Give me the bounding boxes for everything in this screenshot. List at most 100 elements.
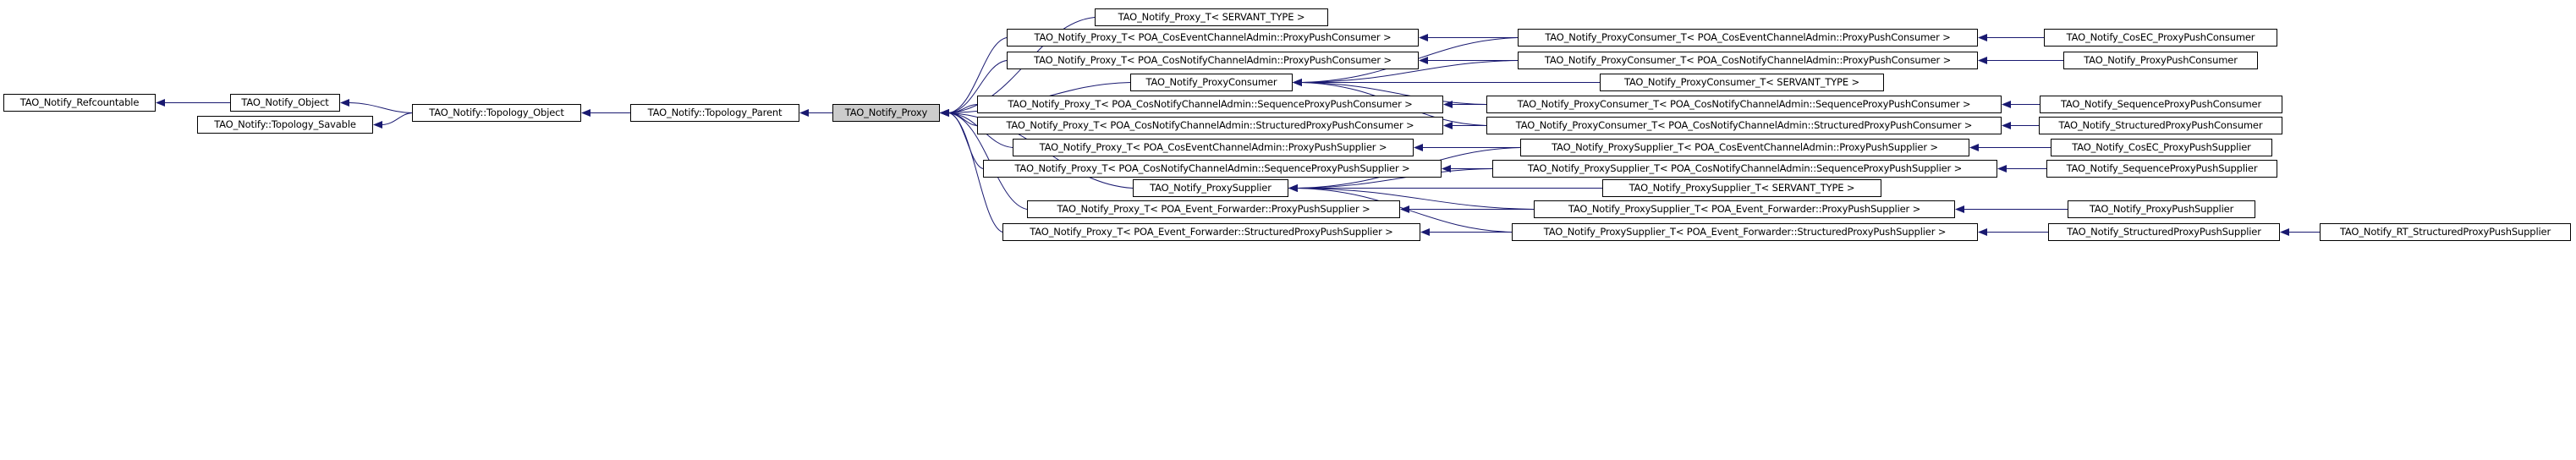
edge-arrowhead: [940, 109, 949, 117]
class-node[interactable]: TAO_Notify_Proxy_T< POA_CosNotifyChannel…: [977, 117, 1443, 134]
class-node-label: TAO_Notify_Proxy_T< POA_Event_Forwarder:…: [1030, 225, 1393, 238]
class-node[interactable]: TAO_Notify_StructuredProxyPushConsumer: [2039, 117, 2282, 134]
edge-arrowhead: [940, 109, 949, 117]
class-node[interactable]: TAO_Notify::Topology_Parent: [630, 104, 799, 122]
class-node-label: TAO_Notify_CosEC_ProxyPushConsumer: [2066, 30, 2255, 43]
class-node[interactable]: TAO_Notify_Proxy_T< SERVANT_TYPE >: [1095, 8, 1328, 26]
class-node[interactable]: TAO_Notify_Object: [230, 94, 340, 112]
edge-arrowhead: [1443, 101, 1453, 108]
class-node-label: TAO_Notify_Proxy: [844, 106, 928, 118]
class-node-label: TAO_Notify_ProxySupplier_T< POA_Event_Fo…: [1543, 225, 1947, 238]
class-node[interactable]: TAO_Notify_Proxy_T< POA_CosNotifyChannel…: [977, 96, 1443, 113]
class-node-label: TAO_Notify_ProxyConsumer_T< POA_CosNotif…: [1544, 53, 1952, 66]
inheritance-edge: [340, 99, 413, 113]
class-node[interactable]: TAO_Notify_SequenceProxyPushConsumer: [2040, 96, 2282, 113]
inheritance-edge: [2002, 122, 2039, 129]
inheritance-edge: [1978, 228, 2048, 236]
class-node-label: TAO_Notify_RT_StructuredProxyPushSupplie…: [2339, 225, 2551, 238]
class-node[interactable]: TAO_Notify_ProxySupplier_T< POA_CosEvent…: [1520, 139, 1969, 156]
class-node[interactable]: TAO_Notify_ProxySupplier_T< POA_Event_Fo…: [1534, 200, 1955, 218]
class-node-label: TAO_Notify_ProxySupplier_T< POA_CosNotif…: [1527, 162, 1963, 174]
class-node-label: TAO_Notify_ProxyPushConsumer: [2084, 53, 2238, 66]
edge-line: [948, 112, 978, 126]
class-node[interactable]: TAO_Notify_ProxyConsumer: [1130, 74, 1293, 91]
edge-arrowhead: [1978, 34, 1987, 41]
edge-arrowhead: [1419, 57, 1428, 64]
class-node[interactable]: TAO_Notify_SequenceProxyPushSupplier: [2046, 160, 2277, 178]
edge-arrowhead: [1420, 228, 1430, 236]
edge-arrowhead: [1978, 57, 1987, 64]
edge-arrowhead: [799, 109, 809, 117]
edge-arrowhead: [940, 109, 949, 117]
edge-arrowhead: [1293, 79, 1302, 86]
class-node[interactable]: TAO_Notify_ProxySupplier_T< SERVANT_TYPE…: [1602, 179, 1881, 197]
class-node-label: TAO_Notify_ProxySupplier: [1150, 181, 1272, 194]
class-node[interactable]: TAO_Notify::Topology_Object: [412, 104, 581, 122]
class-node[interactable]: TAO_Notify_Proxy_T< POA_Event_Forwarder:…: [1027, 200, 1400, 218]
class-node-label: TAO_Notify_CosEC_ProxyPushSupplier: [2072, 140, 2251, 153]
class-node-label: TAO_Notify_ProxyConsumer_T< POA_CosNotif…: [1517, 97, 1971, 110]
class-node[interactable]: TAO_Notify_CosEC_ProxyPushSupplier: [2051, 139, 2272, 156]
class-node-label: TAO_Notify_Proxy_T< POA_CosNotifyChannel…: [1034, 53, 1392, 66]
class-node-label: TAO_Notify_ProxyConsumer_T< POA_CosNotif…: [1515, 118, 1973, 131]
edge-arrowhead: [940, 109, 949, 117]
class-node[interactable]: TAO_Notify_ProxySupplier: [1133, 179, 1288, 197]
class-node-label: TAO_Notify_Object: [241, 96, 329, 108]
inheritance-edge: [1997, 165, 2046, 172]
inheritance-edge: [1293, 79, 1600, 86]
class-node[interactable]: TAO_Notify_ProxyConsumer_T< SERVANT_TYPE…: [1600, 74, 1884, 91]
edge-arrowhead: [1443, 122, 1453, 129]
class-node[interactable]: TAO_Notify_ProxyPushSupplier: [2068, 200, 2255, 218]
inheritance-edge: [940, 104, 978, 117]
inheritance-diagram: TAO_Notify_Refcountable TAO_Notify_Object…: [0, 0, 2576, 460]
edge-line: [349, 102, 413, 113]
inheritance-edge: [1978, 57, 2063, 64]
edge-arrowhead: [1293, 79, 1302, 86]
class-node-label: TAO_Notify_ProxySupplier_T< POA_CosEvent…: [1552, 140, 1938, 153]
edge-arrowhead: [1400, 205, 1409, 213]
class-node[interactable]: TAO_Notify_CosEC_ProxyPushConsumer: [2044, 29, 2277, 47]
class-node[interactable]: TAO_Notify_ProxyConsumer_T< POA_CosEvent…: [1518, 29, 1978, 47]
edge-arrowhead: [1969, 144, 1979, 151]
class-node[interactable]: TAO_Notify_Proxy_T< POA_CosNotifyChannel…: [1007, 52, 1419, 69]
class-node[interactable]: TAO_Notify::Topology_Savable: [197, 116, 373, 134]
class-node[interactable]: TAO_Notify_Proxy_T< POA_CosEventChannelA…: [1013, 139, 1414, 156]
inheritance-edge: [1414, 144, 1520, 151]
class-node-label: TAO_Notify_StructuredProxyPushSupplier: [2067, 225, 2261, 238]
class-node[interactable]: TAO_Notify_Refcountable: [3, 94, 156, 112]
inheritance-edge: [1969, 144, 2051, 151]
inheritance-edge: [799, 109, 832, 117]
edge-arrowhead: [940, 109, 949, 117]
class-node[interactable]: TAO_Notify_ProxySupplier_T< POA_Event_Fo…: [1512, 223, 1978, 241]
class-node-label: TAO_Notify_Refcountable: [19, 96, 140, 108]
edge-line: [382, 112, 413, 125]
edge-arrowhead: [940, 109, 949, 117]
class-node[interactable]: TAO_Notify_ProxyConsumer_T< POA_CosNotif…: [1486, 117, 2002, 134]
inheritance-edge: [1443, 101, 1486, 108]
class-node[interactable]: TAO_Notify_ProxyConsumer_T< POA_CosNotif…: [1518, 52, 1978, 69]
class-node[interactable]: TAO_Notify_Proxy_T< POA_Event_Forwarder:…: [1002, 223, 1420, 241]
inheritance-edge: [940, 109, 978, 126]
class-node[interactable]: TAO_Notify_ProxyConsumer_T< POA_CosNotif…: [1486, 96, 2002, 113]
current-class-node[interactable]: TAO_Notify_Proxy: [832, 104, 940, 122]
class-node[interactable]: TAO_Notify_Proxy_T< POA_CosEventChannelA…: [1007, 29, 1419, 47]
class-node[interactable]: TAO_Notify_RT_StructuredProxyPushSupplie…: [2320, 223, 2571, 241]
edge-arrowhead: [940, 109, 949, 117]
class-node[interactable]: TAO_Notify_Proxy_T< POA_CosNotifyChannel…: [983, 160, 1442, 178]
edge-arrowhead: [940, 109, 949, 117]
class-node-label: TAO_Notify_Proxy_T< POA_CosNotifyChannel…: [1008, 97, 1413, 110]
class-node-label: TAO_Notify_Proxy_T< SERVANT_TYPE >: [1118, 10, 1305, 23]
edge-arrowhead: [1414, 144, 1423, 151]
class-node[interactable]: TAO_Notify_ProxySupplier_T< POA_CosNotif…: [1492, 160, 1997, 178]
edge-arrowhead: [940, 109, 949, 117]
inheritance-edge: [1955, 205, 2068, 213]
inheritance-edge: [1443, 122, 1486, 129]
class-node[interactable]: TAO_Notify_ProxyPushConsumer: [2063, 52, 2258, 69]
edge-arrowhead: [1442, 165, 1451, 172]
class-node[interactable]: TAO_Notify_StructuredProxyPushSupplier: [2048, 223, 2280, 241]
inheritance-edge: [581, 109, 630, 117]
class-node-label: TAO_Notify::Topology_Parent: [647, 106, 783, 118]
edge-arrowhead: [156, 99, 165, 107]
inheritance-edge: [1419, 57, 1518, 64]
class-node-label: TAO_Notify::Topology_Object: [429, 106, 564, 118]
